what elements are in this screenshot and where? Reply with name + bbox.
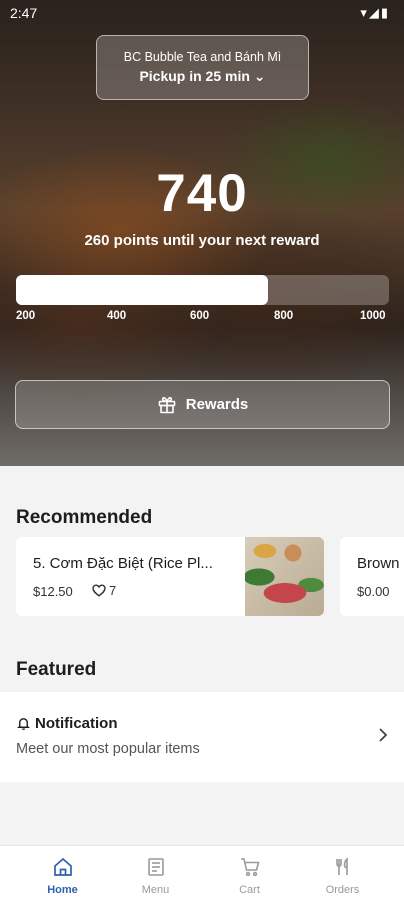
rewards-button-label: Rewards [185,396,249,413]
tab-cart[interactable]: Cart [199,846,300,900]
notification-description: Meet our most popular items [16,741,200,757]
tab-cart-label: Cart [239,884,260,896]
status-bar: 2:47 ▾◢▮ [0,0,404,26]
store-selector[interactable]: BC Bubble Tea and Bánh Mì Pickup in 25 m… [96,35,309,100]
tab-menu[interactable]: Menu [105,846,206,900]
tab-menu-label: Menu [141,884,170,896]
recommended-card[interactable]: 5. Cơm Đặc Biệt (Rice Pl... $12.50 7 [16,537,324,616]
recommended-title: Recommended [16,507,153,528]
home-icon [53,857,72,876]
progress-label: 400 [107,310,127,322]
status-time: 2:47 [10,5,38,21]
recommended-item-price: $0.00 [357,584,390,599]
cart-icon [240,858,260,877]
progress-labels: 200 400 600 800 1000 [0,310,404,326]
pickup-time: Pickup in 25 min ⌄ [139,68,266,84]
rewards-button[interactable]: Rewards [15,380,390,429]
points-balance: 740 [156,164,248,223]
progress-label: 200 [16,310,36,322]
status-icons: ▾◢▮ [360,5,390,20]
bell-icon [17,718,30,730]
orders-icon [335,857,348,875]
featured-title: Featured [16,659,97,680]
recommended-item-title: 5. Cơm Đặc Biệt (Rice Pl... [33,555,213,572]
tab-home[interactable]: Home [12,846,113,900]
recommended-item-price: $12.50 [33,584,73,599]
heart-icon [92,584,106,597]
progress-label: 800 [274,310,294,322]
recommended-card[interactable]: Brown $0.00 [340,537,404,616]
points-progress-fill [16,275,268,305]
tab-orders-label: Orders [325,884,360,896]
recommended-item-title: Brown [357,555,400,572]
recommended-item-likes[interactable]: 7 [92,583,116,598]
tab-orders[interactable]: Orders [292,846,393,900]
hero-banner: 2:47 ▾◢▮ BC Bubble Tea and Bánh Mì Picku… [0,0,404,466]
points-subtitle: 260 points until your next reward [84,232,320,249]
gift-icon [158,396,176,413]
tab-home-label: Home [47,884,78,896]
likes-count: 7 [109,583,117,598]
notification-heading-text: Notification [35,715,118,732]
points-progress-bar [16,275,389,305]
store-name: BC Bubble Tea and Bánh Mì [123,50,282,64]
bottom-tab-bar: Home Menu Cart Orders [0,845,404,900]
progress-label: 1000 [360,310,386,322]
chevron-right-icon [379,728,388,742]
menu-icon [147,858,164,876]
notification-heading: Notification [16,715,118,732]
recommended-item-image [245,537,324,616]
featured-notification-card[interactable]: Notification Meet our most popular items [0,692,404,782]
progress-label: 600 [190,310,210,322]
